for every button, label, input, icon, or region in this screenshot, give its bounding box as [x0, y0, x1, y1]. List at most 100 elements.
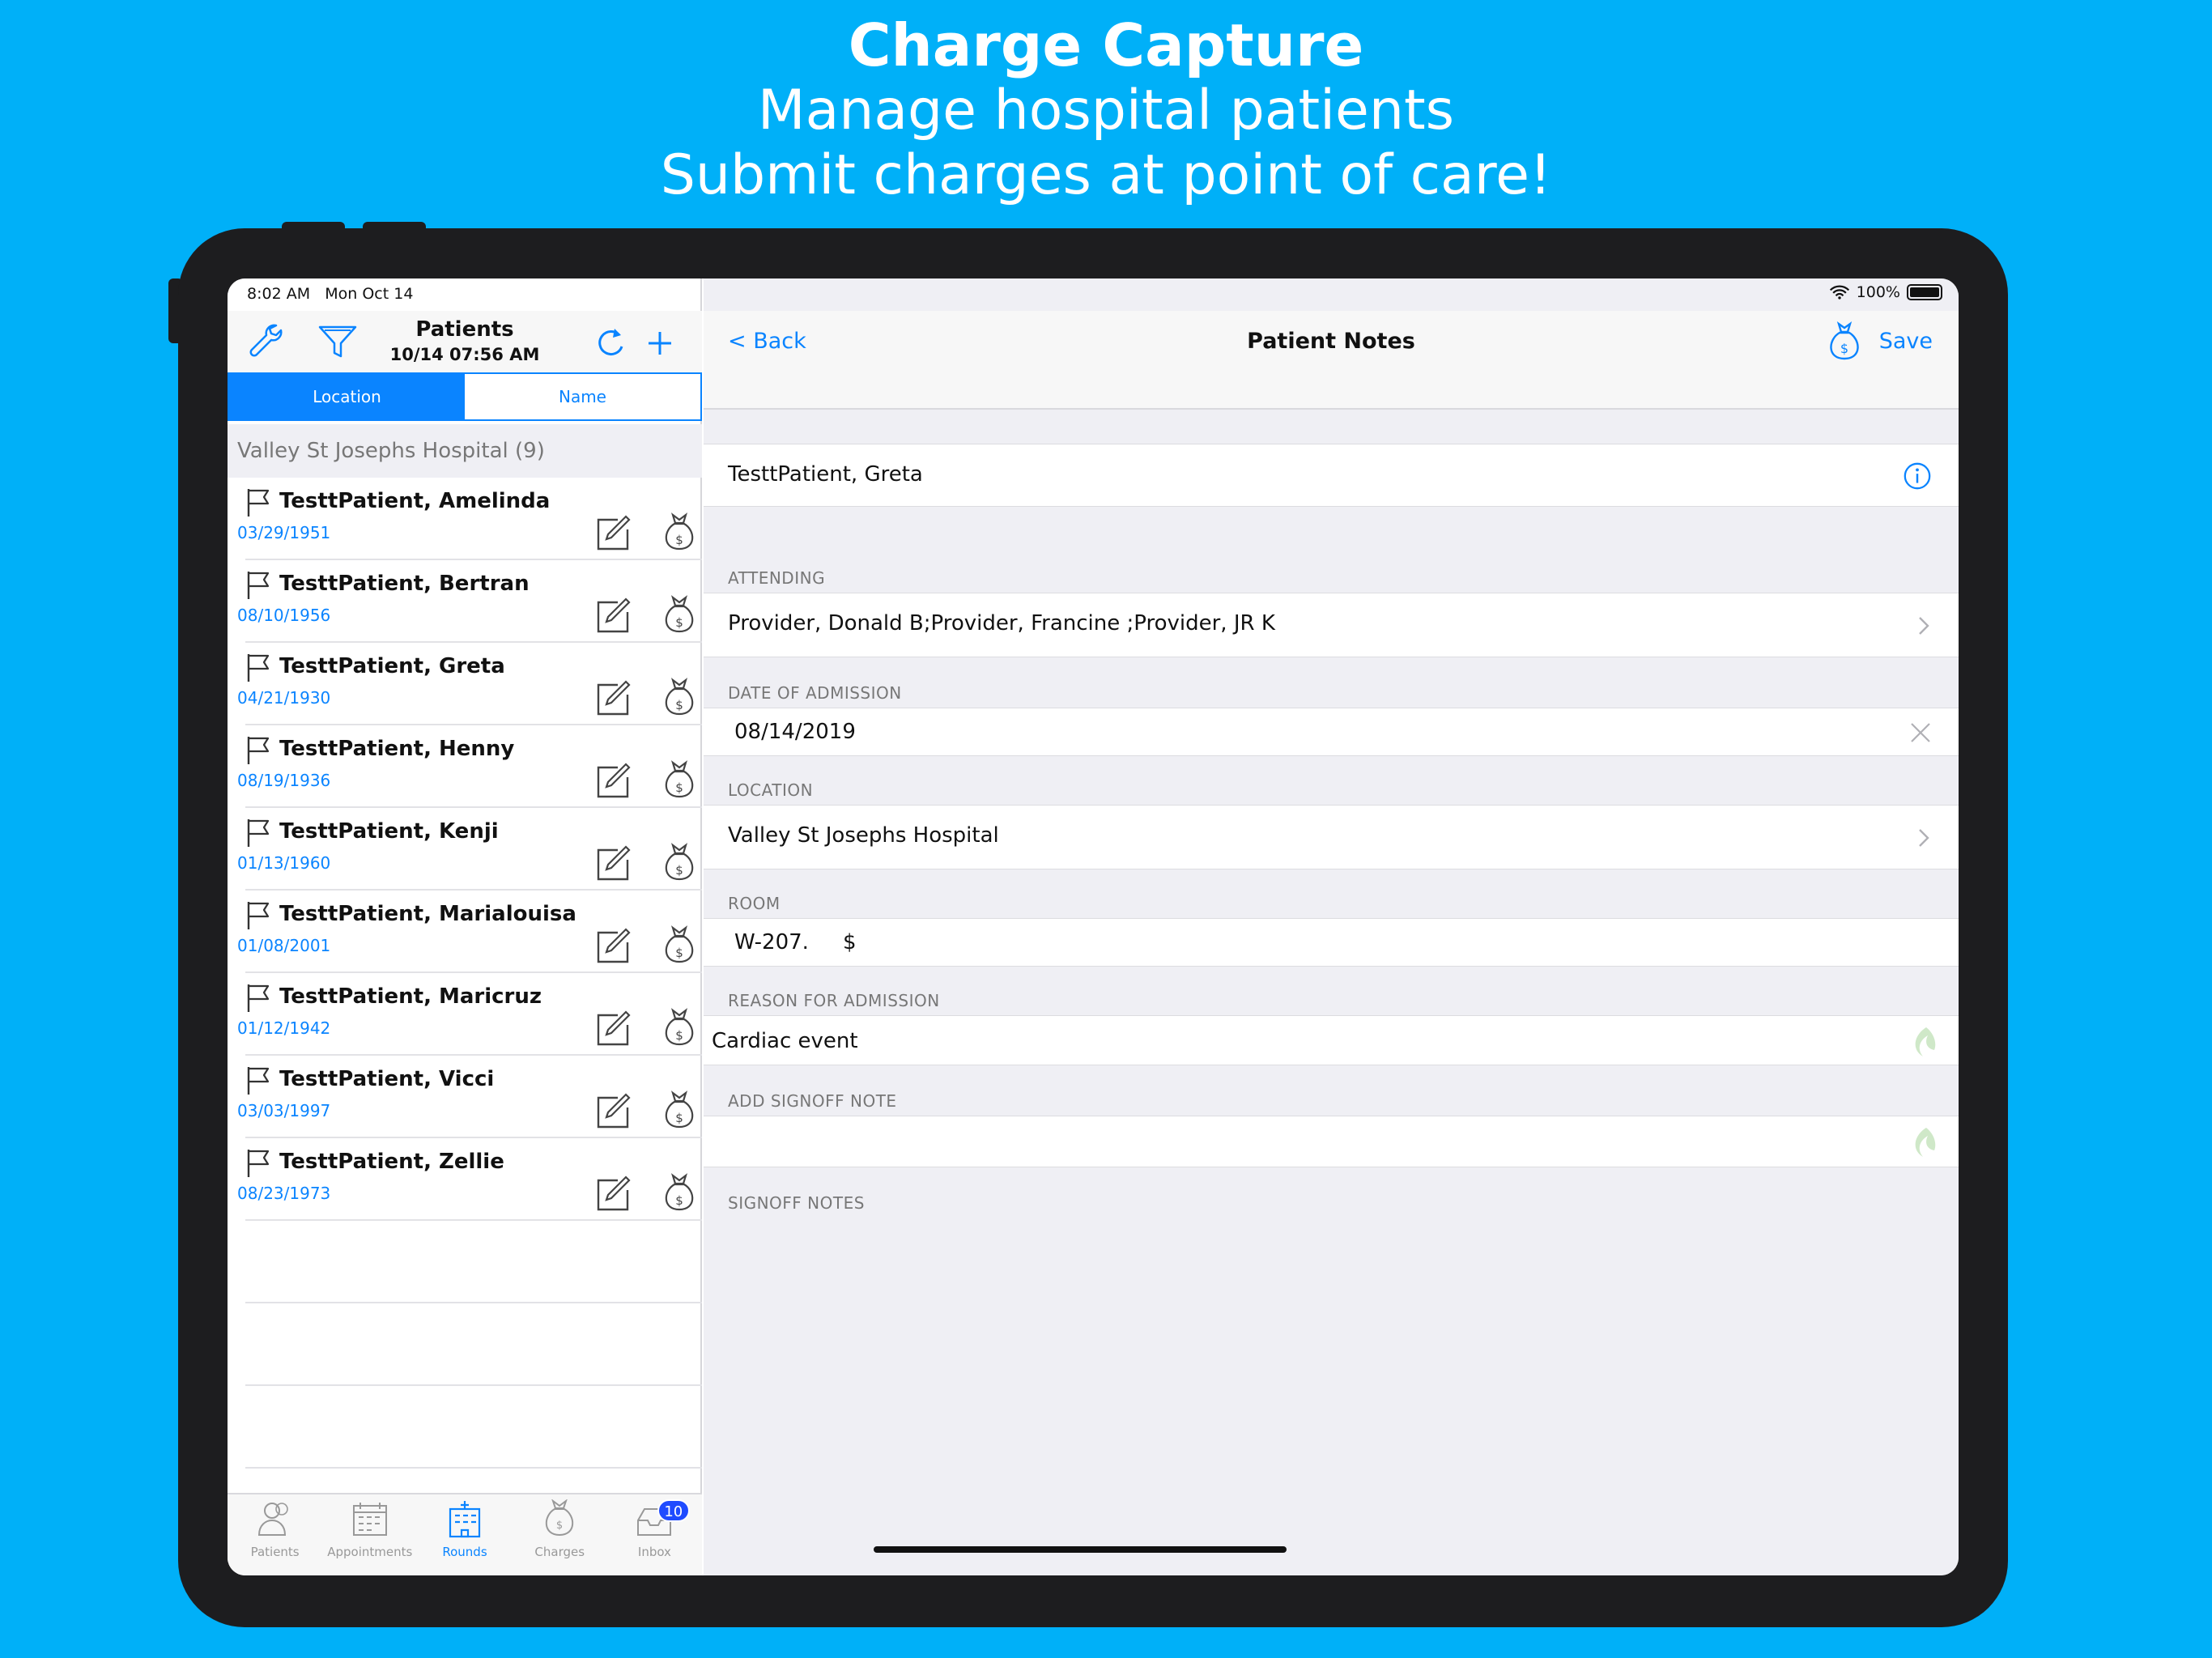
patient-row-name: TesttPatient, Amelinda [279, 489, 551, 513]
edit-note-icon[interactable] [593, 1174, 632, 1213]
add-icon[interactable] [637, 321, 683, 366]
wifi-icon [1829, 285, 1849, 300]
flag-icon[interactable] [245, 1065, 273, 1095]
tab-patients[interactable]: Patients [228, 1494, 322, 1575]
money-bag-icon[interactable]: $ [660, 842, 699, 884]
patient-row[interactable]: TesttPatient, Greta 04/21/1930 $ [237, 643, 702, 725]
edit-note-icon[interactable] [593, 844, 632, 882]
flag-icon[interactable] [245, 900, 273, 929]
edit-note-icon[interactable] [593, 926, 632, 965]
patient-row-name: TesttPatient, Kenji [279, 819, 499, 844]
admission-date-cell[interactable]: 08/14/2019 [704, 708, 1959, 756]
edit-note-icon[interactable] [593, 761, 632, 800]
svg-text:$: $ [1840, 341, 1848, 356]
svg-text:$: $ [675, 863, 683, 878]
flag-icon[interactable] [245, 653, 273, 682]
money-bag-icon[interactable]: $ [660, 512, 699, 554]
flag-icon[interactable] [245, 1148, 273, 1177]
svg-text:$: $ [675, 615, 683, 630]
info-icon[interactable] [1902, 461, 1933, 491]
room-suffix: $ [843, 930, 857, 954]
chevron-right-icon [1919, 829, 1929, 847]
signoff-add-cell[interactable] [704, 1116, 1959, 1167]
svg-text:$: $ [675, 1111, 683, 1125]
svg-text:$: $ [675, 780, 683, 795]
tab-charges[interactable]: $ Charges [513, 1494, 607, 1575]
patient-name-cell[interactable]: TesttPatient, Greta [704, 444, 1959, 507]
money-bag-icon[interactable]: $ [660, 759, 699, 801]
patient-row-name: TesttPatient, Marialouisa [279, 902, 576, 926]
status-time-date: 8:02 AM Mon Oct 14 [247, 285, 413, 303]
notes-title: Patient Notes [1247, 329, 1415, 354]
edit-note-icon[interactable] [593, 1009, 632, 1048]
patient-row-name: TesttPatient, Vicci [279, 1067, 495, 1091]
refresh-icon[interactable] [587, 321, 632, 366]
room-value: W-207. [734, 930, 809, 954]
tab-appointments[interactable]: Appointments [322, 1494, 417, 1575]
reason-value: Cardiac event [712, 1029, 858, 1053]
patient-list: TesttPatient, Amelinda 03/29/1951 $ TesttPa… [228, 478, 702, 1469]
notes-nav-bar: < Back Patient Notes $ Save [704, 311, 1959, 410]
flag-icon[interactable] [245, 983, 273, 1012]
device-screen: 8:02 AM Mon Oct 14 Patients 10/14 07:56 … [228, 278, 1959, 1575]
edit-note-icon[interactable] [593, 678, 632, 717]
money-bag-icon[interactable]: $ [660, 594, 699, 636]
patient-row[interactable]: TesttPatient, Amelinda 03/29/1951 $ [237, 478, 702, 560]
clear-x-icon[interactable] [1908, 721, 1933, 745]
flag-icon[interactable] [245, 487, 273, 517]
dictation-flame-icon[interactable] [1908, 1024, 1941, 1060]
patient-row-dob: 08/19/1936 [237, 771, 331, 790]
dictation-flame-icon[interactable] [1908, 1124, 1941, 1160]
segment-location[interactable]: Location [229, 374, 465, 419]
patient-row-name: TesttPatient, Maricruz [279, 984, 542, 1009]
patients-refresh-time: 10/14 07:56 AM [389, 345, 540, 364]
inbox-badge: 10 [657, 1499, 690, 1522]
patient-row-dob: 01/13/1960 [237, 853, 331, 873]
patient-row[interactable]: TesttPatient, Henny 08/19/1936 $ [237, 725, 702, 808]
money-bag-icon[interactable]: $ [660, 1090, 699, 1132]
wrench-icon[interactable] [244, 319, 289, 364]
svg-text:$: $ [556, 1520, 563, 1532]
battery-icon [1907, 284, 1942, 300]
flag-icon[interactable] [245, 818, 273, 847]
back-button[interactable]: < Back [728, 329, 806, 354]
edit-note-icon[interactable] [593, 596, 632, 635]
location-label: LOCATION [728, 780, 814, 800]
edit-note-icon[interactable] [593, 513, 632, 552]
reason-cell[interactable]: Cardiac event [704, 1015, 1959, 1065]
money-bag-icon[interactable]: $ [660, 1007, 699, 1049]
patient-row[interactable]: TesttPatient, Maricruz 01/12/1942 $ [237, 973, 702, 1056]
flag-icon[interactable] [245, 570, 273, 599]
tab-rounds[interactable]: Rounds [417, 1494, 512, 1575]
charge-money-bag-icon[interactable]: $ [1824, 319, 1865, 363]
promo-title: Charge Capture [848, 11, 1364, 79]
money-bag-icon[interactable]: $ [660, 925, 699, 967]
signoff-notes-label: SIGNOFF NOTES [728, 1193, 865, 1213]
room-cell[interactable]: W-207. $ [704, 918, 1959, 967]
promo-line-1: Manage hospital patients [757, 79, 1455, 142]
money-bag-icon[interactable]: $ [660, 677, 699, 719]
patient-row-dob: 01/12/1942 [237, 1018, 331, 1038]
save-button[interactable]: Save [1879, 329, 1933, 354]
tab-label: Appointments [327, 1545, 413, 1559]
empty-list-row [245, 1386, 702, 1469]
edit-note-icon[interactable] [593, 1091, 632, 1130]
ipad-device: 8:02 AM Mon Oct 14 Patients 10/14 07:56 … [178, 228, 2008, 1627]
patient-row[interactable]: TesttPatient, Marialouisa 01/08/2001 $ [237, 891, 702, 973]
patient-row[interactable]: TesttPatient, Kenji 01/13/1960 $ [237, 808, 702, 891]
attending-cell[interactable]: Provider, Donald B;Provider, Francine ;P… [704, 593, 1959, 657]
money-bag-icon[interactable]: $ [660, 1172, 699, 1214]
patient-row-name: TesttPatient, Henny [279, 737, 515, 761]
flag-icon[interactable] [245, 735, 273, 764]
patient-row[interactable]: TesttPatient, Bertran 08/10/1956 $ [237, 560, 702, 643]
tab-label: Rounds [442, 1545, 487, 1559]
segment-name[interactable]: Name [465, 374, 700, 419]
sort-segmented-control: Location Name [228, 372, 702, 421]
tab-inbox[interactable]: Inbox 10 [607, 1494, 702, 1575]
patient-row[interactable]: TesttPatient, Zellie 08/23/1973 $ [237, 1138, 702, 1221]
patient-row[interactable]: TesttPatient, Vicci 03/03/1997 $ [237, 1056, 702, 1138]
svg-text:$: $ [675, 946, 683, 960]
location-cell[interactable]: Valley St Josephs Hospital [704, 805, 1959, 869]
patients-nav-bar: Patients 10/14 07:56 AM [228, 311, 702, 372]
svg-text:$: $ [675, 1028, 683, 1043]
